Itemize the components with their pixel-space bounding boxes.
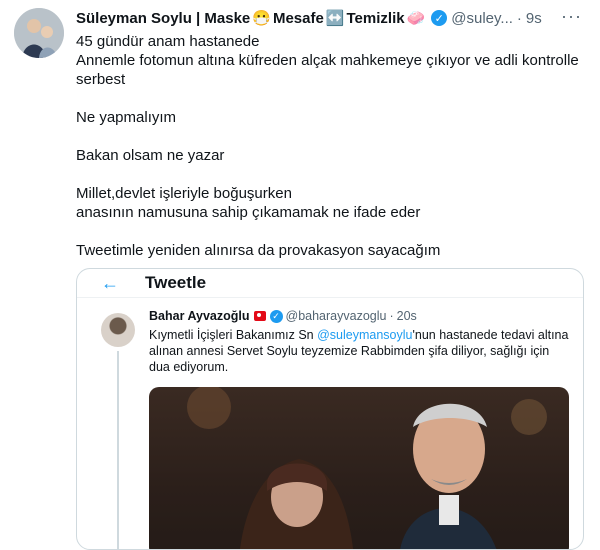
turkey-flag-icon bbox=[253, 311, 266, 321]
more-options-icon[interactable]: ··· bbox=[561, 6, 582, 27]
tweet-line: 45 gündür anam hastanede bbox=[76, 33, 260, 50]
quoted-photo bbox=[149, 387, 569, 549]
screenshot-header: ← Tweetle bbox=[77, 269, 583, 298]
quoted-author-name: Bahar Ayvazoğlu bbox=[149, 309, 250, 323]
quoted-mention: @suleymansoylu bbox=[317, 328, 413, 342]
author-name[interactable]: Süleyman Soylu | Maske bbox=[76, 10, 250, 27]
author-name-part-2[interactable]: Mesafe bbox=[273, 10, 324, 27]
mask-emoji-icon: 😷 bbox=[252, 10, 271, 27]
attached-screenshot-card[interactable]: ← Tweetle Bahar Ayvazoğlu ✓ @baharayvazo… bbox=[76, 268, 584, 550]
tweet-text: 45 gündür anam hastanede Annemle fotomun… bbox=[76, 32, 592, 260]
separator-dot: · bbox=[516, 9, 522, 27]
quoted-timestamp: 20s bbox=[396, 309, 417, 323]
quoted-header: Bahar Ayvazoğlu ✓ @baharayvazoglu · 20s bbox=[149, 309, 569, 323]
tweet-line: Ne yapmalıyım bbox=[76, 109, 177, 126]
tweet-line: Tweetimle yeniden alınırsa da provakasyo… bbox=[76, 242, 441, 259]
thread-line bbox=[117, 351, 119, 549]
avatar-photo bbox=[14, 8, 64, 58]
separator-dot: · bbox=[389, 309, 394, 323]
arrows-emoji-icon: ↔️ bbox=[325, 10, 345, 27]
verified-icon: ✓ bbox=[431, 10, 448, 26]
tweet-header: Süleyman Soylu | Maske 😷 Mesafe ↔️ Temiz… bbox=[76, 8, 590, 28]
quoted-text: Kıymetli İçişleri Bakanımız Sn @suleyman… bbox=[149, 327, 569, 375]
tweet-line: Bakan olsam ne yazar bbox=[76, 147, 225, 164]
tweet-timestamp[interactable]: 9s bbox=[526, 10, 542, 27]
back-arrow-icon: ← bbox=[101, 272, 119, 293]
verified-icon: ✓ bbox=[269, 309, 283, 323]
tweet-line: Annemle fotomun altına küfreden alçak ma… bbox=[76, 52, 579, 88]
screenshot-title: Tweetle bbox=[145, 273, 207, 292]
author-avatar[interactable] bbox=[14, 8, 64, 58]
soap-emoji-icon: 🧼 bbox=[406, 10, 426, 27]
quoted-text-start: Kıymetli İçişleri Bakanımız Sn bbox=[149, 328, 318, 342]
author-handle[interactable]: @suley... bbox=[451, 10, 513, 27]
quoted-author-handle: @baharayvazoglu bbox=[285, 309, 387, 323]
tweet-line: anasının namusuna sahip çıkamamak ne ifa… bbox=[76, 204, 421, 221]
photo-illustration bbox=[187, 387, 547, 549]
quoted-author-avatar bbox=[101, 313, 135, 347]
tweet-line: Millet,devlet işleriyle boğuşurken bbox=[76, 185, 292, 202]
author-name-part-3[interactable]: Temizlik bbox=[347, 10, 405, 27]
